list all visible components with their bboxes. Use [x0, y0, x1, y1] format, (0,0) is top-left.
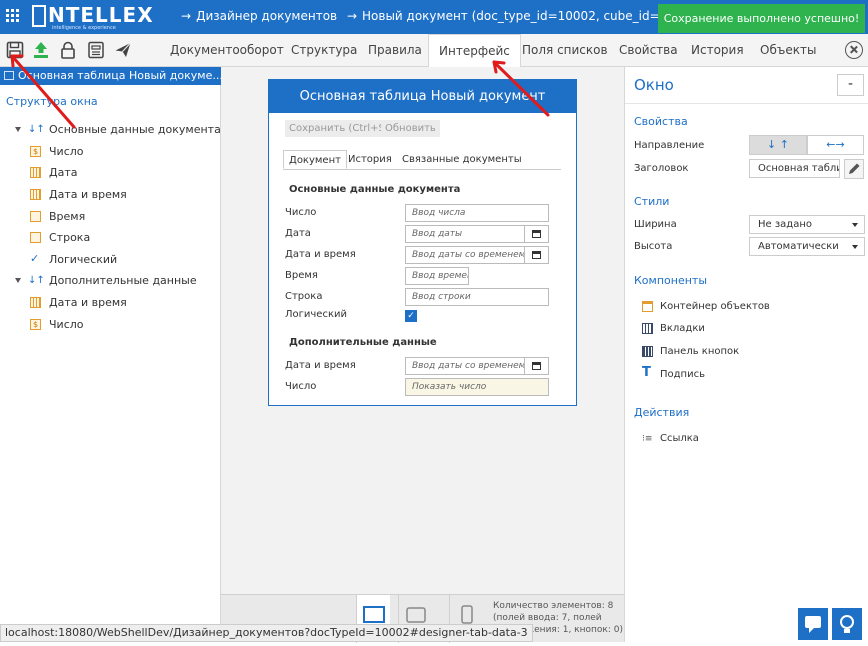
annotation-arrow-save: [10, 54, 76, 129]
annotation-arrows: [10, 54, 550, 129]
annotation-arrow-interface: [492, 60, 550, 117]
